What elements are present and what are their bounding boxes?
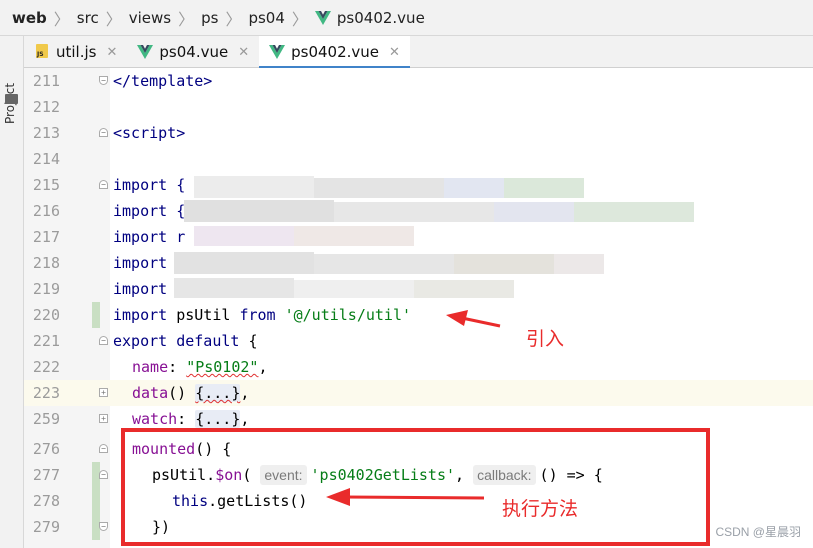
annotation-label-import: 引入 <box>526 328 565 350</box>
breadcrumb-item-ps[interactable]: ps 〉 <box>201 6 248 30</box>
expand-icon[interactable]: + <box>99 388 108 397</box>
code-line: 220 import psUtil from '@/utils/util' <box>24 302 813 328</box>
close-icon[interactable]: ✕ <box>389 45 400 60</box>
chevron-right-icon: 〉 <box>53 9 70 29</box>
expand-icon[interactable]: + <box>99 414 108 423</box>
editor-tabs: JS util.js ✕ ps04.vue ✕ ps0402.vue ✕ <box>24 36 813 69</box>
breadcrumb-item-ps04[interactable]: ps04 〉 <box>248 6 314 30</box>
code-line: 214 <box>32 150 60 168</box>
fold-icon[interactable]: − <box>99 336 108 345</box>
code-line: 221 − export default { <box>32 332 258 350</box>
vcs-change-marker <box>92 488 100 514</box>
folded-region[interactable]: {...} <box>195 384 241 402</box>
chevron-right-icon: 〉 <box>105 9 122 29</box>
breadcrumb-item-views[interactable]: views 〉 <box>129 6 201 30</box>
close-icon[interactable]: ✕ <box>238 45 249 60</box>
annotation-label-method: 执行方法 <box>502 498 579 520</box>
chevron-right-icon: 〉 <box>225 9 242 29</box>
js-file-icon: JS <box>34 44 50 60</box>
fold-icon[interactable]: − <box>99 76 108 85</box>
code-line: 213 − <script> <box>32 124 186 142</box>
highlight-box <box>121 428 710 546</box>
chevron-right-icon: 〉 <box>291 9 308 29</box>
vue-file-icon <box>269 45 286 59</box>
fold-icon[interactable]: − <box>99 470 108 479</box>
code-line: 211 − </template> <box>32 72 213 90</box>
breadcrumb-item-file[interactable]: ps0402.vue <box>314 9 425 27</box>
vcs-change-marker <box>92 302 100 328</box>
tab-util-js[interactable]: JS util.js ✕ <box>24 36 127 68</box>
vue-file-icon <box>137 45 154 59</box>
fold-icon[interactable]: − <box>99 128 108 137</box>
folder-icon[interactable] <box>5 94 18 104</box>
vue-file-icon <box>314 10 331 25</box>
code-line: 223 + data() {...}, <box>24 380 813 406</box>
fold-icon[interactable]: − <box>99 180 108 189</box>
code-line: 212 <box>32 98 60 116</box>
breadcrumb: web 〉 src 〉 views 〉 ps 〉 ps04 〉 ps0402.vue <box>0 0 813 36</box>
chevron-right-icon: 〉 <box>178 9 195 29</box>
close-icon[interactable]: ✕ <box>106 45 117 60</box>
breadcrumb-item-web[interactable]: web 〉 <box>12 6 77 30</box>
fold-icon[interactable]: − <box>99 522 108 531</box>
code-line: 222 name: "Ps0102", <box>32 358 268 376</box>
watermark: CSDN @星晨羽 <box>715 525 801 539</box>
tab-ps0402-vue[interactable]: ps0402.vue ✕ <box>259 36 410 69</box>
tab-ps04-vue[interactable]: ps04.vue ✕ <box>127 36 259 68</box>
code-line: 217 import r <box>32 228 186 246</box>
breadcrumb-item-src[interactable]: src 〉 <box>77 6 129 30</box>
fold-icon[interactable]: − <box>99 444 108 453</box>
folded-region[interactable]: {...} <box>195 410 241 428</box>
project-tool-strip: Project <box>0 36 24 548</box>
